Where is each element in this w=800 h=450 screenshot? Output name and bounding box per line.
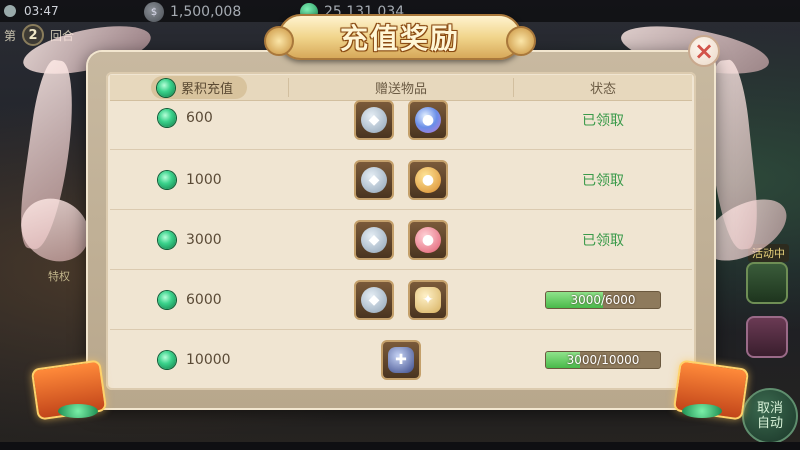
gift-pack-icon[interactable]: ◆ [354,159,394,200]
pink-pouch-icon[interactable]: ● [408,219,448,260]
recharge-amount: 1000 [186,171,222,188]
recharge-amount: 10000 [186,352,231,368]
gift-pack-icon[interactable]: ◆ [354,99,394,140]
reward-row: 600 ◆ ● 已领取 [110,90,692,150]
silver-amount: 1,500,008 [170,4,242,20]
jade-gem-icon [158,170,176,189]
round-prefix: 第 [4,28,17,43]
clock: 03:47 [24,4,59,18]
reward-row: 3000 ◆ ● 已领取 [110,210,692,270]
cancel-auto-button[interactable]: 取消 自动 [742,388,798,444]
jade-coin-pile-icon [682,404,722,418]
recharge-amount: 600 [186,110,213,126]
auto-button-line1: 取消 [756,401,783,416]
reward-row: 6000 ◆ ✦ 3000/6000 [110,270,692,330]
event-icon-2[interactable] [746,316,788,358]
silver-coin-icon: $ [144,2,164,22]
settings-icon [4,5,16,17]
jade-gem-icon [158,290,176,309]
jade-coin-pile-icon [58,404,98,418]
jade-gem-icon [158,109,176,127]
recharge-amount: 6000 [186,291,222,308]
auto-button-line2: 自动 [756,416,783,431]
progress-text: 3000/10000 [566,353,640,367]
crystal-orb-icon[interactable]: ● [408,99,448,140]
close-icon: × [693,37,715,65]
gift-pack-icon[interactable]: ◆ [354,219,394,260]
round-number: 2 [22,24,45,46]
dragon-mount-icon[interactable]: ✦ [408,279,448,320]
gift-pack-icon[interactable]: ◆ [354,279,394,320]
claimed-status: 已领取 [582,112,624,129]
close-button[interactable]: × [688,35,720,67]
dialog-title-plaque: 充值奖励 [264,14,536,60]
jade-gem-icon [158,351,176,369]
bottom-bar [0,442,800,450]
claimed-status: 已领取 [582,232,624,249]
gold-pouch-icon[interactable]: ● [408,159,448,200]
claimed-status: 已领取 [582,172,624,189]
event-icon-1[interactable] [746,262,788,304]
reward-row: 10000 ✚ 3000/10000 [110,330,692,390]
privilege-label[interactable]: 特权 [48,268,70,284]
jade-gem-icon [158,230,176,249]
reward-row: 1000 ◆ ● 已领取 [110,150,692,210]
recharge-amount: 3000 [186,231,222,248]
progress-text: 3000/6000 [570,292,636,307]
recharge-progress-bar: 3000/10000 [545,351,661,369]
dialog-title: 充值奖励 [339,22,460,55]
weapon-icon[interactable]: ✚ [381,340,421,380]
silver-currency: $ 1,500,008 [144,2,241,22]
recharge-progress-bar: 3000/6000 [545,290,661,309]
